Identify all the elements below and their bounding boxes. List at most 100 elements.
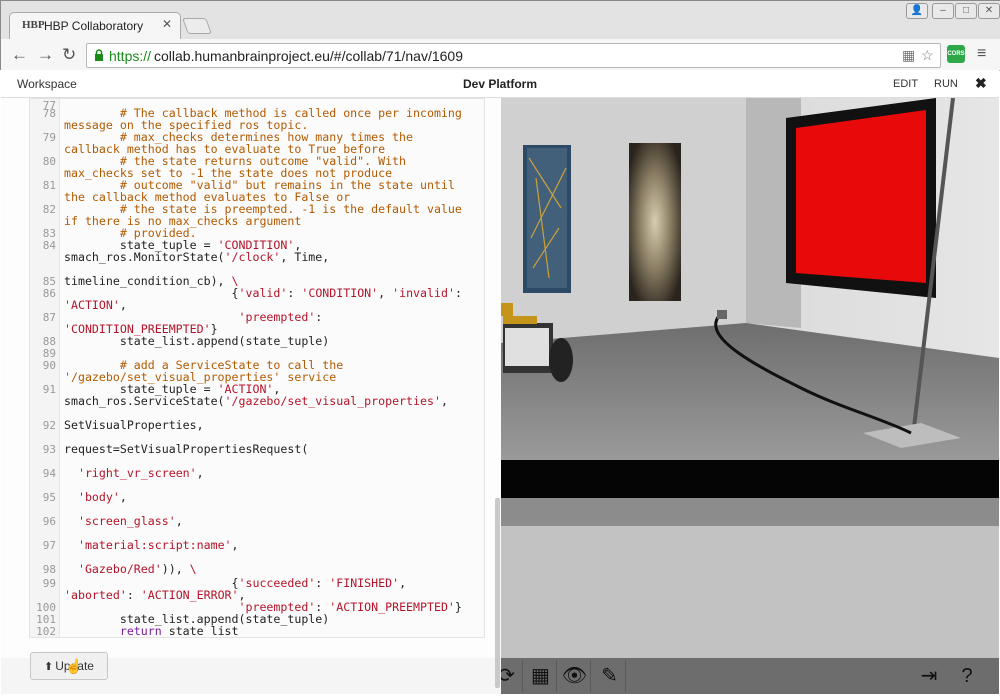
code-token: : (454, 286, 462, 300)
code-token: , (196, 466, 204, 480)
line-number: 80 (42, 155, 56, 168)
line-number: 91 (42, 383, 56, 396)
code-token: SetVisualProperties, (64, 418, 204, 432)
code-token: : (315, 576, 330, 590)
url-scheme: https:// (109, 48, 152, 64)
close-icon[interactable]: ✖ (975, 75, 987, 92)
menu-icon[interactable]: ≡ (977, 45, 986, 63)
code-line: SetVisualProperties, (64, 419, 484, 431)
code-token: state_list.append(state_tuple) (64, 334, 330, 348)
code-line: return state_list (64, 625, 484, 637)
code-editor[interactable]: 77 78 79 80 81 82 83 84 85 86 87 88 89 90 91 92 93 94 95 96… (29, 98, 485, 638)
browser-tab[interactable]: HBP HBP Collaboratory ✕ (9, 12, 181, 39)
app-header: Dev Platform Workspace EDIT RUN ✖ (1, 70, 999, 98)
code-token: smach_ros.ServiceState( (64, 394, 225, 408)
star-icon[interactable]: ☆ (921, 47, 934, 64)
line-number: 86 (42, 287, 56, 300)
line-number: 98 (42, 563, 56, 576)
line-number: 97 (42, 539, 56, 552)
line-number: 93 (42, 443, 56, 456)
line-number: 95 (42, 491, 56, 504)
code-line: smach_ros.MonitorState('/clock', Time, (64, 251, 484, 263)
line-number: 92 (42, 419, 56, 432)
editor-scrollbar[interactable] (495, 498, 500, 688)
code-token: state_list (161, 624, 239, 638)
code-token: 'material:script:name' (77, 538, 232, 552)
code-token: 'CONDITION' (301, 286, 379, 300)
edit-icon[interactable]: ✎ (594, 660, 626, 692)
line-number-gutter: 77 78 79 80 81 82 83 84 85 86 87 88 89 90 91 92 93 94 95 96… (30, 99, 60, 637)
upload-icon: ⬆ (44, 661, 54, 673)
cors-extension-icon[interactable]: CORS (947, 45, 965, 63)
code-token: 'valid' (238, 286, 288, 300)
translate-icon[interactable]: ▦ (902, 47, 915, 64)
code-line: 'body', (64, 491, 484, 503)
tab-strip: HBP HBP Collaboratory ✕ 👤 – □ ✕ (1, 1, 1000, 39)
close-window-icon[interactable]: ✕ (978, 3, 1000, 19)
new-tab-button[interactable] (182, 18, 212, 34)
address-bar[interactable]: https:// collab.humanbrainproject.eu/#/c… (86, 43, 941, 68)
code-token: 'body' (77, 490, 120, 504)
code-line: 'material:script:name', (64, 539, 484, 551)
code-token: request=SetVisualPropertiesRequest( (64, 442, 309, 456)
edit-button[interactable]: EDIT (893, 78, 918, 90)
code-token: : (315, 310, 323, 324)
run-button[interactable]: RUN (934, 78, 958, 90)
code-token: )), (161, 562, 190, 576)
mouse-cursor-icon: ☝ (65, 658, 83, 674)
code-token: , (231, 538, 239, 552)
back-icon[interactable]: ← (11, 45, 28, 65)
code-token: , (175, 514, 183, 528)
code-token: \ (189, 562, 197, 576)
code-token: '/gazebo/set_visual_properties' (224, 394, 441, 408)
line-number: 81 (42, 179, 56, 192)
user-profile-icon[interactable]: 👤 (906, 3, 928, 19)
code-line: 'Gazebo/Red')), \ (64, 563, 484, 575)
lock-icon (95, 49, 103, 61)
reload-icon[interactable]: ↻ (62, 45, 76, 65)
line-number: 96 (42, 515, 56, 528)
code-token: smach_ros.MonitorState( (64, 250, 225, 264)
grid-icon[interactable]: ▦ (525, 660, 557, 692)
exit-icon[interactable]: ⇥ (913, 660, 945, 692)
workspace-link[interactable]: Workspace (17, 77, 77, 91)
state-machine-editor-panel: 77 78 79 80 81 82 83 84 85 86 87 88 89 90 91 92 93 94 95 96… (1, 98, 501, 694)
tab-title: HBP Collaboratory (44, 19, 144, 33)
code-token: 'succeeded' (238, 576, 316, 590)
help-icon[interactable]: ? (951, 660, 983, 692)
maximize-icon[interactable]: □ (955, 3, 977, 19)
code-line: request=SetVisualPropertiesRequest( (64, 443, 484, 455)
code-line: 'screen_glass', (64, 515, 484, 527)
code-token: 'invalid' (392, 286, 455, 300)
line-number: 99 (42, 577, 56, 590)
code-token: , Time, (280, 250, 330, 264)
code-token: , (378, 286, 393, 300)
code-token: 'right_vr_screen' (77, 466, 197, 480)
code-line: smach_ros.ServiceState('/gazebo/set_visu… (64, 395, 484, 407)
page-title: Dev Platform (462, 77, 538, 91)
url-text: collab.humanbrainproject.eu/#/collab/71/… (154, 48, 463, 64)
code-token: 'preempted' (238, 310, 316, 324)
line-number: 87 (42, 311, 56, 324)
browser-window: HBP HBP Collaboratory ✕ 👤 – □ ✕ ← → ↻ ht… (0, 0, 1000, 71)
code-token: return (119, 624, 162, 638)
hbp-favicon-icon: HBP (22, 19, 45, 31)
eye-icon[interactable]: 👁 (559, 660, 591, 692)
code-line: state_list.append(state_tuple) (64, 335, 484, 347)
code-token: '/clock' (224, 250, 281, 264)
code-token: 'ACTION_PREEMPTED' (329, 600, 455, 614)
close-tab-icon[interactable]: ✕ (162, 17, 172, 31)
minimize-icon[interactable]: – (932, 3, 954, 19)
forward-icon[interactable]: → (37, 45, 54, 65)
code-token: , (119, 490, 127, 504)
code-token: , (399, 576, 407, 590)
code-token: 'FINISHED' (329, 576, 400, 590)
line-number: 84 (42, 239, 56, 252)
code-line: 'right_vr_screen', (64, 467, 484, 479)
code-token: , (440, 394, 448, 408)
